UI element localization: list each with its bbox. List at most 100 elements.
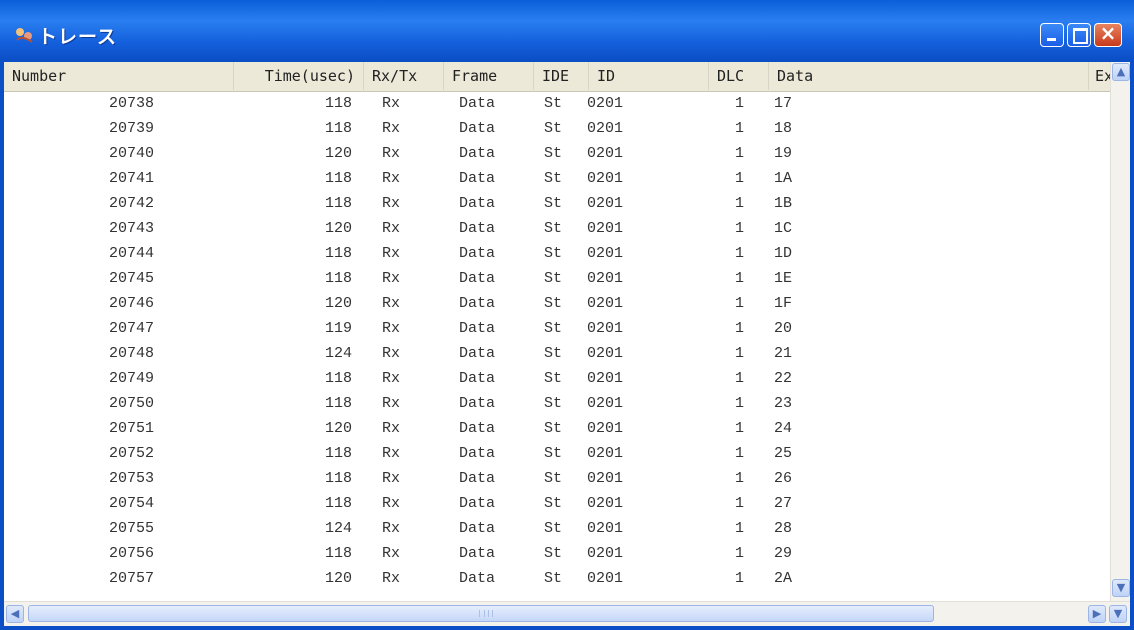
- cell-frame: Data: [459, 470, 496, 487]
- cell-ide: St: [544, 270, 563, 287]
- cell-ide: St: [544, 345, 563, 362]
- cell-frame: Data: [459, 295, 496, 312]
- cell-id: 0201: [587, 270, 624, 287]
- cell-frame: Data: [459, 520, 496, 537]
- table-row[interactable]: 20749 118 Rx Data St 0201 1 22: [4, 366, 1110, 391]
- table-row[interactable]: 20753 118 Rx Data St 0201 1 26: [4, 466, 1110, 491]
- table-row[interactable]: 20741 118 Rx Data St 0201 1 1A: [4, 166, 1110, 191]
- scroll-up-arrow-icon[interactable]: ▲: [1112, 63, 1130, 81]
- cell-data: 29: [774, 545, 793, 562]
- column-header-rxtx[interactable]: Rx/Tx: [364, 62, 444, 90]
- window-frame: Number Time(usec) Rx/Tx Frame IDE ID DLC…: [0, 60, 1134, 630]
- cell-dlc: 1: [734, 570, 744, 587]
- table-row[interactable]: 20754 118 Rx Data St 0201 1 27: [4, 491, 1110, 516]
- table-row[interactable]: 20750 118 Rx Data St 0201 1 23: [4, 391, 1110, 416]
- cell-dlc: 1: [734, 320, 744, 337]
- cell-data: 1B: [774, 195, 793, 212]
- column-header-dlc[interactable]: DLC: [709, 62, 769, 90]
- cell-data: 1F: [774, 295, 793, 312]
- table-row[interactable]: 20751 120 Rx Data St 0201 1 24: [4, 416, 1110, 441]
- scroll-down-arrow-icon[interactable]: ▼: [1112, 579, 1130, 597]
- table-row[interactable]: 20744 118 Rx Data St 0201 1 1D: [4, 241, 1110, 266]
- cell-dlc: 1: [734, 120, 744, 137]
- column-header-id[interactable]: ID: [589, 62, 709, 90]
- cell-number: 20754: [108, 495, 154, 512]
- scroll-left-arrow-icon[interactable]: ◀: [6, 605, 24, 623]
- cell-rxtx: Rx: [382, 520, 401, 537]
- column-header-extra[interactable]: Ex: [1089, 62, 1110, 90]
- table-row[interactable]: 20752 118 Rx Data St 0201 1 25: [4, 441, 1110, 466]
- vertical-scrollbar[interactable]: ▲ ▼: [1110, 62, 1130, 601]
- cell-number: 20756: [108, 545, 154, 562]
- table-row[interactable]: 20755 124 Rx Data St 0201 1 28: [4, 516, 1110, 541]
- cell-rxtx: Rx: [382, 195, 401, 212]
- cell-rxtx: Rx: [382, 245, 401, 262]
- cell-ide: St: [544, 145, 563, 162]
- column-header-frame[interactable]: Frame: [444, 62, 534, 90]
- table-row[interactable]: 20746 120 Rx Data St 0201 1 1F: [4, 291, 1110, 316]
- cell-ide: St: [544, 320, 563, 337]
- cell-data: 18: [774, 120, 793, 137]
- cell-dlc: 1: [734, 370, 744, 387]
- cell-time: 120: [324, 570, 352, 587]
- cell-time: 118: [324, 470, 352, 487]
- cell-rxtx: Rx: [382, 295, 401, 312]
- table-row[interactable]: 20740 120 Rx Data St 0201 1 19: [4, 141, 1110, 166]
- table-row[interactable]: 20745 118 Rx Data St 0201 1 1E: [4, 266, 1110, 291]
- cell-time: 118: [324, 395, 352, 412]
- table-row[interactable]: 20747 119 Rx Data St 0201 1 20: [4, 316, 1110, 341]
- title-bar[interactable]: トレース ×: [0, 0, 1134, 60]
- cell-frame: Data: [459, 170, 496, 187]
- cell-data: 17: [774, 95, 793, 112]
- table-row[interactable]: 20756 118 Rx Data St 0201 1 29: [4, 541, 1110, 566]
- cell-rxtx: Rx: [382, 470, 401, 487]
- cell-rxtx: Rx: [382, 395, 401, 412]
- cell-id: 0201: [587, 545, 624, 562]
- table-row[interactable]: 20757 120 Rx Data St 0201 1 2A: [4, 566, 1110, 591]
- cell-frame: Data: [459, 195, 496, 212]
- cell-data: 1D: [774, 245, 793, 262]
- horizontal-scroll-thumb[interactable]: [28, 605, 934, 622]
- cell-time: 120: [324, 145, 352, 162]
- scroll-right-arrow-icon[interactable]: ▶: [1088, 605, 1106, 623]
- cell-data: 25: [774, 445, 793, 462]
- table-row[interactable]: 20748 124 Rx Data St 0201 1 21: [4, 341, 1110, 366]
- minimize-button[interactable]: [1040, 23, 1064, 47]
- cell-frame: Data: [459, 570, 496, 587]
- scroll-grip: [479, 610, 493, 617]
- cell-data: 24: [774, 420, 793, 437]
- table-row[interactable]: 20738 118 Rx Data St 0201 1 17: [4, 91, 1110, 116]
- column-header-data[interactable]: Data: [769, 62, 1089, 90]
- cell-ide: St: [544, 120, 563, 137]
- cell-dlc: 1: [734, 295, 744, 312]
- column-header-number[interactable]: Number: [4, 62, 234, 90]
- cell-rxtx: Rx: [382, 495, 401, 512]
- cell-rxtx: Rx: [382, 95, 401, 112]
- cell-id: 0201: [587, 245, 624, 262]
- cell-id: 0201: [587, 95, 624, 112]
- cell-time: 118: [324, 370, 352, 387]
- cell-ide: St: [544, 170, 563, 187]
- cell-dlc: 1: [734, 170, 744, 187]
- scroll-down-arrow-icon[interactable]: ▼: [1109, 605, 1127, 623]
- table-row[interactable]: 20743 120 Rx Data St 0201 1 1C: [4, 216, 1110, 241]
- cell-data: 2A: [774, 570, 793, 587]
- cell-time: 118: [324, 245, 352, 262]
- cell-rxtx: Rx: [382, 120, 401, 137]
- cell-frame: Data: [459, 395, 496, 412]
- trace-window: トレース × Number Time(usec) Rx/Tx Frame IDE…: [0, 0, 1134, 630]
- column-header-time[interactable]: Time(usec): [234, 62, 364, 90]
- cell-ide: St: [544, 395, 563, 412]
- cell-data: 1E: [774, 270, 793, 287]
- table-row[interactable]: 20742 118 Rx Data St 0201 1 1B: [4, 191, 1110, 216]
- cell-data: 27: [774, 495, 793, 512]
- close-button[interactable]: ×: [1094, 21, 1122, 47]
- cell-frame: Data: [459, 370, 496, 387]
- table-row[interactable]: 20739 118 Rx Data St 0201 1 18: [4, 116, 1110, 141]
- maximize-button[interactable]: [1067, 23, 1091, 47]
- cell-number: 20753: [108, 470, 154, 487]
- cell-time: 118: [324, 170, 352, 187]
- horizontal-scrollbar[interactable]: ◀ ▶ ▼: [4, 601, 1130, 626]
- column-header-ide[interactable]: IDE: [534, 62, 589, 90]
- cell-dlc: 1: [734, 345, 744, 362]
